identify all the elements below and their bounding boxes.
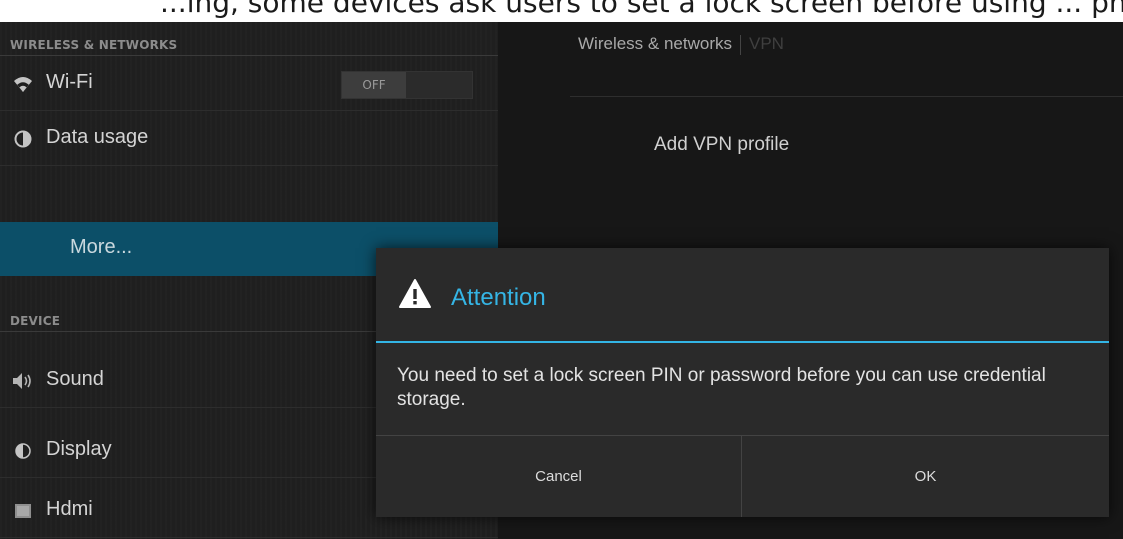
breadcrumb-wireless[interactable]: Wireless & networks (578, 34, 732, 53)
caption-strip: ...ing, some devices ask users to set a … (0, 0, 1123, 22)
dialog-title-bar: Attention (376, 248, 1109, 343)
dialog-title-divider (376, 341, 1109, 343)
section-header-label: WIRELESS & NETWORKS (10, 38, 178, 52)
settings-item-label: Data usage (46, 126, 149, 148)
dialog-message: You need to set a lock screen PIN or pas… (397, 365, 1046, 410)
speaker-icon (12, 370, 34, 392)
warning-icon (398, 278, 432, 310)
hdmi-icon (12, 500, 34, 522)
wifi-toggle-state: OFF (362, 78, 386, 92)
breadcrumb-vpn[interactable]: VPN (749, 34, 784, 53)
data-usage-icon (12, 128, 34, 150)
wifi-toggle-knob: OFF (342, 72, 406, 98)
settings-screen: WIRELESS & NETWORKS Wi-Fi OFF Data usage… (0, 22, 1123, 539)
wifi-icon (12, 73, 34, 95)
caption-text: ...ing, some devices ask users to set a … (160, 0, 1123, 19)
cancel-button[interactable]: Cancel (376, 436, 742, 517)
settings-item-label: Sound (46, 368, 104, 390)
dialog-button-bar: Cancel OK (376, 435, 1109, 517)
wifi-toggle[interactable]: OFF (341, 71, 473, 99)
breadcrumb-separator (739, 34, 741, 55)
dialog-title: Attention (451, 284, 546, 311)
add-vpn-profile-button[interactable]: Add VPN profile (654, 134, 789, 156)
ok-button[interactable]: OK (742, 436, 1109, 517)
settings-item-data-usage[interactable]: Data usage (0, 112, 498, 166)
section-header-label: DEVICE (10, 314, 61, 328)
detail-divider (570, 96, 1123, 97)
breadcrumb: Wireless & networks VPN (578, 34, 784, 58)
attention-dialog: Attention You need to set a lock screen … (376, 248, 1109, 517)
section-header-wireless: WIRELESS & NETWORKS (0, 34, 498, 56)
settings-item-label: More... (70, 236, 133, 258)
display-icon (12, 440, 34, 462)
settings-item-wifi[interactable]: Wi-Fi OFF (0, 57, 498, 111)
settings-item-label: Hdmi (46, 498, 93, 520)
settings-item-label: Display (46, 438, 112, 460)
settings-item-label: Wi-Fi (46, 71, 93, 93)
